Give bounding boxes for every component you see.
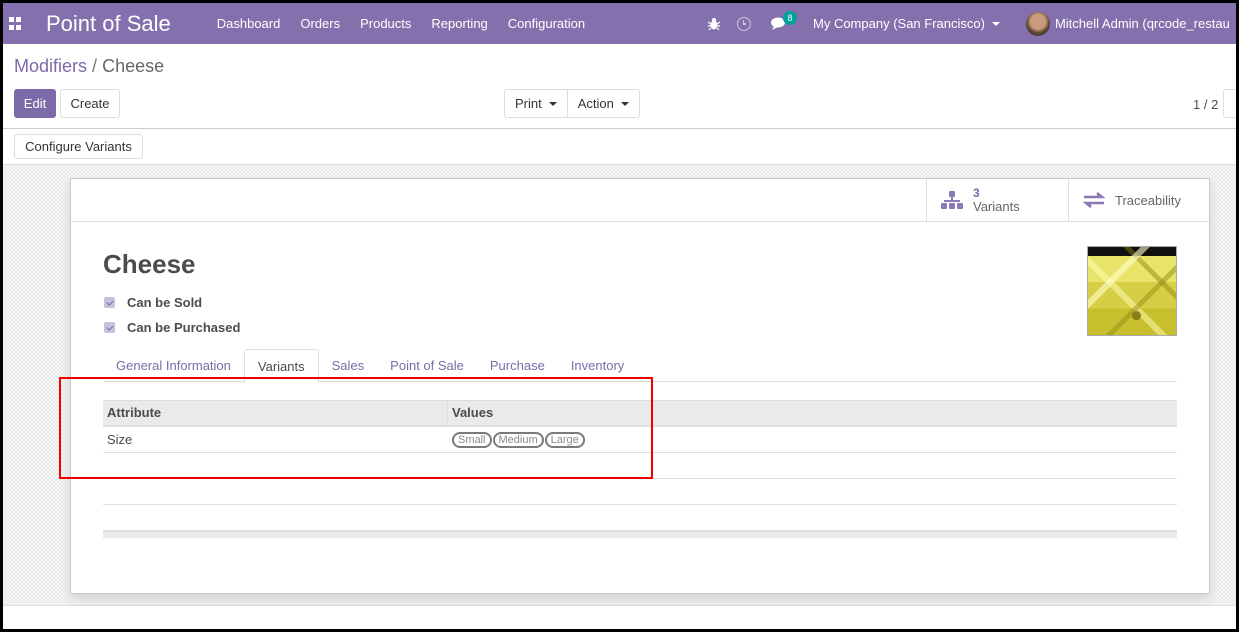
can-be-sold-checkbox[interactable] — [104, 297, 115, 308]
can-be-purchased-checkbox[interactable] — [104, 322, 115, 333]
action-button-group: Print Action — [504, 89, 640, 118]
can-be-sold-label: Can be Sold — [127, 295, 203, 310]
user-name: Mitchell Admin (qrcode_restau — [1054, 16, 1230, 31]
configure-variants-button[interactable]: Configure Variants — [14, 134, 143, 159]
pager-previous-button[interactable] — [1223, 89, 1236, 118]
product-image[interactable] — [1087, 246, 1177, 336]
action-dropdown[interactable]: Action — [566, 90, 639, 117]
main-menu: Dashboard Orders Products Reporting Conf… — [217, 16, 605, 31]
menu-products[interactable]: Products — [360, 16, 411, 31]
menu-dashboard[interactable]: Dashboard — [217, 16, 281, 31]
variants-stat: 3 Variants — [973, 187, 1020, 214]
debug-bug-icon[interactable] — [707, 17, 721, 31]
company-name: My Company (San Francisco) — [813, 16, 985, 31]
can-be-purchased-field: Can be Purchased — [104, 320, 240, 335]
top-navbar: Point of Sale Dashboard Orders Products … — [3, 3, 1236, 44]
divider — [3, 128, 1236, 129]
smart-button-box: 3 Variants Traceability — [71, 179, 1209, 222]
company-switcher[interactable]: My Company (San Francisco) — [813, 16, 1000, 31]
caret-down-icon — [548, 101, 557, 106]
breadcrumb-modifiers[interactable]: Modifiers — [14, 56, 87, 76]
breadcrumb-separator: / — [92, 56, 98, 76]
exchange-arrows-icon — [1082, 192, 1106, 208]
caret-down-icon — [620, 101, 629, 106]
caret-down-icon — [991, 21, 1000, 26]
print-dropdown[interactable]: Print — [505, 90, 567, 117]
traceability-smart-button[interactable]: Traceability — [1068, 179, 1210, 221]
app-title: Point of Sale — [46, 10, 171, 36]
action-label: Action — [577, 96, 614, 111]
menu-orders[interactable]: Orders — [300, 16, 340, 31]
can-be-sold-field: Can be Sold — [104, 295, 202, 310]
breadcrumb-current: Cheese — [102, 56, 165, 76]
create-button[interactable]: Create — [60, 89, 120, 118]
breadcrumb: Modifiers / Cheese — [14, 56, 164, 77]
annotation-highlight-box — [59, 377, 653, 479]
variants-smart-button[interactable]: 3 Variants — [926, 179, 1068, 221]
empty-row — [103, 479, 1177, 505]
pager-value[interactable]: 1 / 2 — [1193, 97, 1218, 112]
messages-count-badge: 8 — [783, 10, 797, 25]
sitemap-icon — [941, 191, 963, 209]
messages-chat-icon[interactable]: 8 — [771, 10, 797, 30]
systray: 8 My Company (San Francisco) Mitchell Ad… — [707, 3, 1230, 44]
menu-configuration[interactable]: Configuration — [508, 16, 585, 31]
print-label: Print — [515, 96, 542, 111]
user-avatar — [1025, 11, 1050, 36]
activity-clock-icon[interactable] — [737, 16, 751, 31]
traceability-label: Traceability — [1115, 192, 1181, 208]
empty-row — [103, 505, 1177, 531]
menu-reporting[interactable]: Reporting — [431, 16, 487, 31]
variants-label: Variants — [973, 199, 1020, 214]
can-be-purchased-label: Can be Purchased — [127, 320, 241, 335]
app-window: Point of Sale Dashboard Orders Products … — [3, 3, 1236, 629]
product-name: Cheese — [103, 249, 196, 279]
apps-menu-icon[interactable] — [9, 16, 23, 31]
user-menu[interactable]: Mitchell Admin (qrcode_restau — [1025, 11, 1230, 36]
table-footer — [103, 531, 1177, 538]
edit-button[interactable]: Edit — [14, 89, 56, 118]
